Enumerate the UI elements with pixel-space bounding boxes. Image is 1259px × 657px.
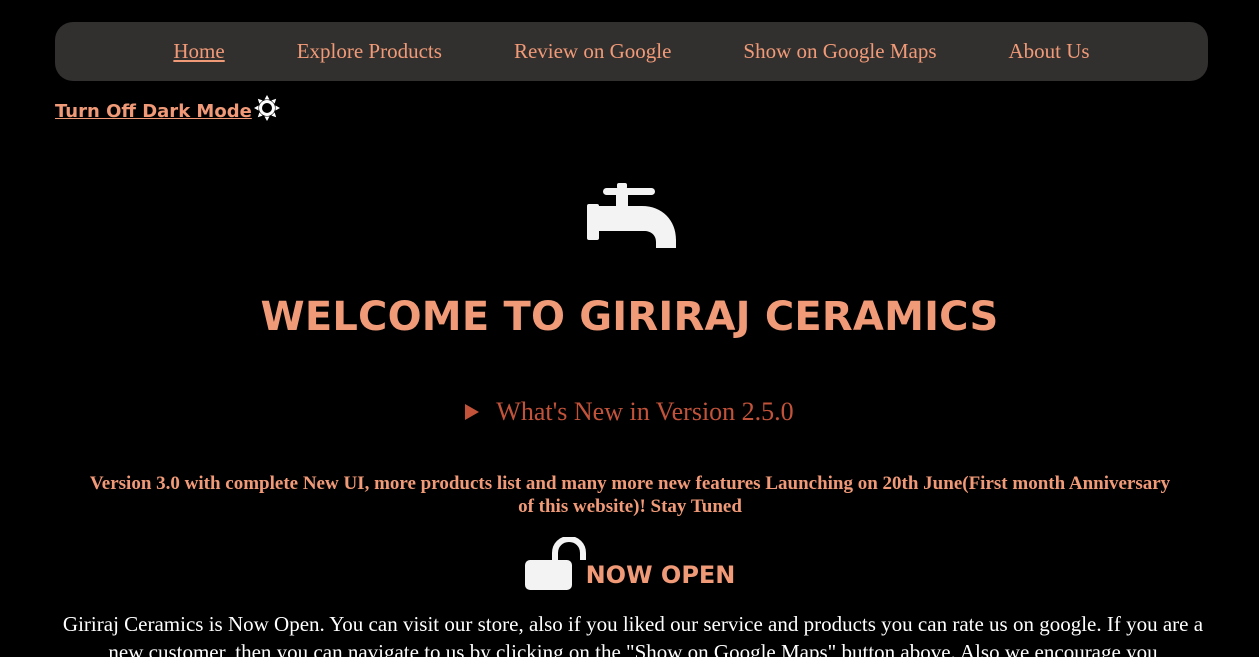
nav-show-on-google-maps-link[interactable]: Show on Google Maps xyxy=(743,39,936,64)
sun-icon[interactable] xyxy=(253,94,281,122)
nav-explore-products-link[interactable]: Explore Products xyxy=(297,39,442,64)
unlock-icon xyxy=(524,537,586,590)
nav-home-link[interactable]: Home xyxy=(173,39,224,64)
dark-mode-toggle-label[interactable]: Turn Off Dark Mode xyxy=(55,101,252,122)
nav-about-us-link[interactable]: About Us xyxy=(1009,39,1090,64)
disclosure-triangle-icon[interactable] xyxy=(465,404,480,420)
faucet-icon xyxy=(587,183,676,248)
version-announcement: Version 3.0 with complete New UI, more p… xyxy=(89,473,1171,517)
welcome-title: WELCOME TO GIRIRAJ CERAMICS xyxy=(260,294,999,340)
now-open-status: NOW OPEN xyxy=(0,537,1259,591)
intro-paragraph: Giriraj Ceramics is Now Open. You can vi… xyxy=(62,612,1204,657)
whats-new-label[interactable]: What's New in Version 2.5.0 xyxy=(496,397,793,427)
top-navigation: Home Explore Products Review on Google S… xyxy=(55,22,1208,81)
dark-mode-toggle[interactable]: Turn Off Dark Mode xyxy=(55,95,281,122)
whats-new-summary[interactable]: What's New in Version 2.5.0 xyxy=(0,397,1259,427)
now-open-label: NOW OPEN xyxy=(585,561,736,589)
nav-review-on-google-link[interactable]: Review on Google xyxy=(514,39,671,64)
